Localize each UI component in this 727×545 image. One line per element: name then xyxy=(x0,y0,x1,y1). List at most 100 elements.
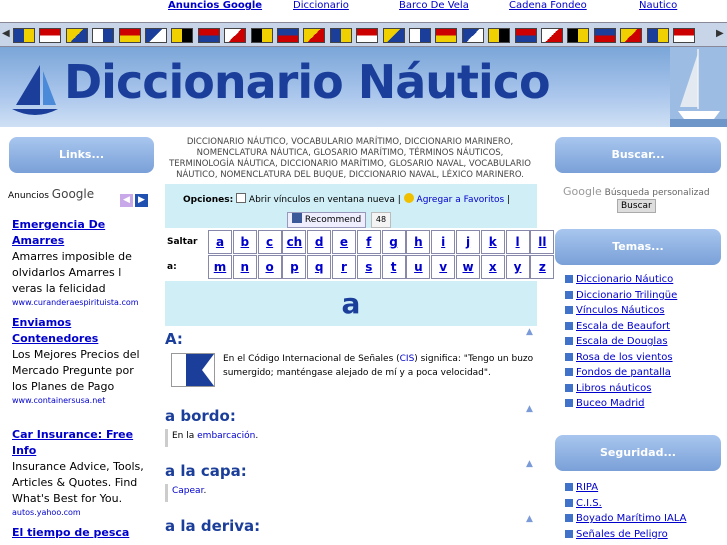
seguridad-header[interactable]: Seguridad... xyxy=(555,435,721,471)
back-to-top-icon[interactable]: ▲ xyxy=(526,404,533,414)
nav-link-anuncios[interactable]: Anuncios Google xyxy=(168,0,262,11)
bullet-arrow-icon xyxy=(565,337,573,345)
signal-flag-icon xyxy=(92,28,115,43)
ad-headline[interactable]: El tiempo de pesca xyxy=(12,525,152,541)
top-navigation: Anuncios Google Diccionario Barco De Vel… xyxy=(0,0,727,14)
nav-link-diccionario[interactable]: Diccionario xyxy=(293,0,349,11)
nav-link-barco[interactable]: Barco De Vela xyxy=(399,0,469,11)
signal-flag-icon xyxy=(593,28,616,43)
letter-link-k[interactable]: k xyxy=(480,230,505,254)
letter-link-a[interactable]: a xyxy=(208,230,232,254)
letter-link-b[interactable]: b xyxy=(232,230,257,254)
facebook-icon xyxy=(292,213,302,223)
letter-link-r[interactable]: r xyxy=(332,255,356,279)
seguridad-link[interactable]: C.I.S. xyxy=(565,497,602,511)
letter-link-y[interactable]: y xyxy=(505,255,530,279)
signal-flag-icon xyxy=(514,28,537,43)
arrow-left-icon[interactable]: ◀ xyxy=(2,28,10,40)
back-to-top-icon[interactable]: ▲ xyxy=(526,327,533,337)
links-header[interactable]: Links... xyxy=(9,137,154,173)
letter-link-p[interactable]: p xyxy=(282,255,307,279)
seguridad-link-label: Boyado Marítimo IALA xyxy=(576,513,687,524)
letter-link-c[interactable]: c xyxy=(257,230,282,254)
letter-link-l[interactable]: l xyxy=(505,230,530,254)
letter-link-x[interactable]: x xyxy=(480,255,505,279)
letter-link-u[interactable]: u xyxy=(406,255,431,279)
sailboat-logo-icon xyxy=(12,65,58,115)
entry-definition: En la embarcación. xyxy=(165,429,535,447)
arrow-right-icon[interactable]: ▶ xyxy=(716,28,724,40)
embarcacion-link[interactable]: embarcación xyxy=(197,431,255,441)
letter-link-j[interactable]: j xyxy=(456,230,480,254)
letter-link-o[interactable]: o xyxy=(257,255,282,279)
cis-link[interactable]: CIS xyxy=(400,354,415,364)
nav-link-cadena[interactable]: Cadena Fondeo xyxy=(509,0,587,11)
entry-term: a la capa: xyxy=(165,462,247,480)
bullet-arrow-icon xyxy=(565,514,573,522)
nav-link-nautico[interactable]: Nautico xyxy=(639,0,677,11)
signal-flag-icon xyxy=(541,28,563,43)
back-to-top-icon[interactable]: ▲ xyxy=(526,514,533,524)
letter-link-i[interactable]: i xyxy=(431,230,456,254)
letter-link-e[interactable]: e xyxy=(332,230,356,254)
site-banner: Diccionario Náutico xyxy=(0,47,727,127)
letter-link-w[interactable]: w xyxy=(456,255,480,279)
back-to-top-icon[interactable]: ▲ xyxy=(526,459,533,469)
ad-url[interactable]: www.containersusa.net xyxy=(12,395,152,407)
ad-item: Car Insurance: Free Info Insurance Advic… xyxy=(12,427,152,519)
temas-link[interactable]: Escala de Beaufort xyxy=(565,320,670,334)
add-favorites-link[interactable]: Agregar a Favoritos xyxy=(417,195,505,205)
ad-prev-icon[interactable]: ◀ xyxy=(120,194,133,207)
letter-link-q[interactable]: q xyxy=(307,255,332,279)
seguridad-link[interactable]: Boyado Marítimo IALA xyxy=(565,512,686,526)
new-window-label: Abrir vínculos en ventana nueva | xyxy=(248,195,401,205)
ad-item: Emergencia De Amarres Amarres imposible … xyxy=(12,217,152,309)
temas-link[interactable]: Fondos de pantalla xyxy=(565,366,671,380)
letter-link-n[interactable]: n xyxy=(232,255,257,279)
site-description: DICCIONARIO NÁUTICO, VOCABULARIO MARÍTIM… xyxy=(169,137,531,180)
letter-link-v[interactable]: v xyxy=(431,255,456,279)
ads-label-prefix: Anuncios xyxy=(8,191,49,201)
seguridad-link[interactable]: Señales de Peligro xyxy=(565,528,668,542)
search-caption: Búsqueda personalizad xyxy=(604,188,710,198)
ad-url[interactable]: autos.yahoo.com xyxy=(12,507,152,519)
favorites-icon xyxy=(403,193,414,203)
letter-link-m[interactable]: m xyxy=(208,255,232,279)
ad-pager: ◀ ▶ xyxy=(120,187,150,207)
options-label: Opciones: xyxy=(183,195,234,205)
letter-link-g[interactable]: g xyxy=(381,230,406,254)
temas-link[interactable]: Buceo Madrid xyxy=(565,397,645,411)
letter-link-ch[interactable]: ch xyxy=(282,230,307,254)
letter-link-t[interactable]: t xyxy=(381,255,406,279)
temas-link[interactable]: Diccionario Trilingüe xyxy=(565,289,677,303)
signal-flag-icon xyxy=(435,28,458,43)
signal-flag-icon xyxy=(197,28,220,43)
new-window-checkbox[interactable] xyxy=(236,193,247,203)
letter-link-f[interactable]: f xyxy=(356,230,381,254)
temas-header[interactable]: Temas... xyxy=(555,229,721,265)
bullet-arrow-icon xyxy=(565,399,573,407)
ad-headline[interactable]: Car Insurance: Free Info xyxy=(12,427,152,459)
temas-link[interactable]: Diccionario Náutico xyxy=(565,273,673,287)
temas-link[interactable]: Rosa de los vientos xyxy=(565,351,673,365)
letter-link-s[interactable]: s xyxy=(356,255,381,279)
signal-flag-icon xyxy=(250,28,273,43)
signal-flag-icon xyxy=(356,28,379,43)
ad-headline[interactable]: Enviamos Contenedores xyxy=(12,315,152,347)
signal-flag-icon xyxy=(13,28,35,43)
seguridad-link[interactable]: RIPA xyxy=(565,481,598,495)
signal-flag-a-icon xyxy=(172,354,214,386)
temas-link[interactable]: Escala de Douglas xyxy=(565,335,668,349)
ad-next-icon[interactable]: ▶ xyxy=(135,194,148,207)
search-button[interactable]: Buscar xyxy=(617,199,656,213)
letter-link-h[interactable]: h xyxy=(406,230,431,254)
facebook-recommend-button[interactable]: Recommend xyxy=(287,212,367,228)
capear-link[interactable]: Capear xyxy=(172,486,203,496)
temas-link[interactable]: Vínculos Náuticos xyxy=(565,304,665,318)
letter-link-d[interactable]: d xyxy=(307,230,332,254)
temas-link[interactable]: Libros náuticos xyxy=(565,382,651,396)
alphabet-jump: Saltar a: a b c ch d e f g h i j k l ll mnopqrstuvwxy… xyxy=(165,230,555,280)
ad-url[interactable]: www.curanderaespirituista.com xyxy=(12,297,152,309)
search-header[interactable]: Buscar... xyxy=(555,137,721,173)
ad-headline[interactable]: Emergencia De Amarres xyxy=(12,217,152,249)
